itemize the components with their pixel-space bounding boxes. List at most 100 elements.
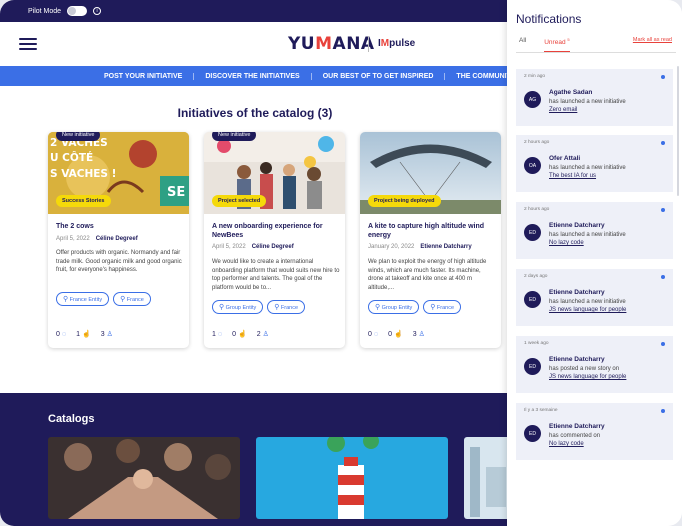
comment-count[interactable]: 1 ◌ [212,330,222,338]
thumbs-up-icon: ☝ [393,331,403,338]
catalogs-title: Catalogs [48,413,95,425]
card-stats: 0 ◌ 0 ☝ 3 ♙ [368,330,425,339]
avatar: ED [524,358,541,375]
user-icon: ♙ [106,331,113,338]
tag-pill[interactable]: ⚲ Group Entity [212,300,264,314]
tag-label: Group Entity [381,305,413,311]
tag-pill[interactable]: ⚲ France [423,300,462,314]
image-text: U CÔTÉ [50,151,93,164]
avatar: OA [524,157,541,174]
yumana-logo[interactable]: YUMANA [288,34,375,54]
user-icon: ♙ [418,331,425,338]
notification-time: 2 days ago [524,274,548,279]
count-value: 1 [212,330,216,338]
card-tags: ⚲ Group Entity ⚲ France [368,300,462,314]
notification-item[interactable]: Il y a 3 semaine ED Etienne Datcharry ha… [516,403,673,460]
card-date: April 5, 2022 [56,236,90,242]
like-count[interactable]: 0 ☝ [388,330,403,339]
initiative-card[interactable]: SE 2 VACHES U CÔTÉ S VACHES ! New initia… [48,132,189,348]
comment-count[interactable]: 0 ◌ [368,330,378,338]
like-count[interactable]: 1 ☝ [76,330,91,339]
main-nav: POST YOUR INITIATIVE DISCOVER THE INITIA… [0,66,516,86]
notification-link[interactable]: No lazy code [549,240,584,246]
image-text: S VACHES ! [50,168,116,180]
thumbs-up-icon: ☝ [81,331,91,338]
notification-author: Etienne Datcharry [549,356,605,363]
notification-author: Ofer Attali [549,155,581,162]
menu-icon[interactable] [19,38,37,50]
nav-discover-initiatives[interactable]: DISCOVER THE INITIATIVES [193,72,310,80]
card-title[interactable]: A kite to capture high altitude wind ene… [368,222,494,240]
location-icon: ⚲ [120,296,126,303]
member-count[interactable]: 3 ♙ [100,330,113,339]
tag-pill[interactable]: ⚲ France [267,300,306,314]
card-description: We would like to create a international … [212,259,340,291]
tag-label: France [126,297,144,303]
status-badge: Success Stories [56,195,111,207]
member-count[interactable]: 3 ♙ [413,330,425,339]
unread-count: 5 [567,37,570,42]
notification-time: 2 min ago [524,74,546,79]
tab-all[interactable]: All [519,37,526,52]
like-count[interactable]: 0 ☝ [232,330,247,339]
catalog-image[interactable] [48,437,240,519]
notification-item[interactable]: 2 min ago AG Agathe Sadan has launched a… [516,69,673,126]
card-title[interactable]: The 2 cows [56,222,182,231]
tag-pill[interactable]: ⚲ France Entity [56,292,110,306]
tag-label: France Entity [69,297,103,303]
catalog-image[interactable] [256,437,448,519]
initiative-card[interactable]: New initiative Project selected A new on… [204,132,345,348]
notification-time: 2 hours ago [524,207,550,212]
unread-dot [661,409,665,413]
notification-link[interactable]: The best IA for us [549,173,596,179]
nav-post-initiative[interactable]: POST YOUR INITIATIVE [93,73,193,80]
notification-link[interactable]: JS news language for people [549,374,626,380]
card-meta: January 20, 2022 Etienne Datcharry [368,244,472,250]
notification-author: Etienne Datcharry [549,423,605,430]
notification-item[interactable]: 2 hours ago OA Ofer Attali has launched … [516,135,673,192]
notification-time: 2 hours ago [524,140,550,145]
info-icon[interactable]: i [93,7,102,15]
comment-count[interactable]: 0 ◌ [56,330,66,338]
initiative-card[interactable]: Project being deployed A kite to capture… [360,132,501,348]
notification-action: has launched a new initiative [549,299,626,305]
logo-part: YU [288,34,316,54]
impulse-logo[interactable]: IMpulse [378,38,415,49]
nav-best-of[interactable]: OUR BEST OF TO GET INSPIRED [310,72,445,80]
avatar: ED [524,291,541,308]
notification-link[interactable]: JS news language for people [549,307,626,313]
card-date: January 20, 2022 [368,244,415,250]
unread-dot [661,75,665,79]
count-value: 3 [100,330,105,338]
pilot-mode-toggle[interactable] [67,6,88,16]
initiatives-title: Initiatives of the catalog (3) [177,106,333,120]
card-meta: April 5, 2022 Céline Degreef [56,236,138,242]
notification-link[interactable]: No lazy code [549,441,584,447]
divider [516,52,676,53]
mark-all-read-link[interactable]: Mark all as read [633,37,672,43]
card-author[interactable]: Céline Degreef [96,236,138,242]
count-value: 1 [76,330,80,338]
notification-action: has commented on [549,433,601,439]
card-author[interactable]: Céline Degreef [252,244,294,250]
notification-link[interactable]: Zero email [549,107,577,113]
notification-item[interactable]: 2 days ago ED Etienne Datcharry has laun… [516,269,673,326]
new-initiative-tag: New initiative [56,132,101,141]
catalog-image[interactable] [464,437,510,519]
tag-pill[interactable]: ⚲ France [113,292,151,306]
thumbs-up-icon: ☝ [237,331,247,338]
notifications-title: Notifications [516,12,582,26]
notification-action: has launched a new initiative [549,99,626,105]
logo-divider [368,36,369,52]
count-value: 0 [232,330,236,338]
notification-item[interactable]: 1 week ago ED Etienne Datcharry has post… [516,336,673,393]
notification-item[interactable]: 2 hours ago ED Etienne Datcharry has lau… [516,202,673,259]
scrollbar[interactable] [677,66,679,196]
tag-pill[interactable]: ⚲ Group Entity [368,300,420,314]
card-description: We plan to exploit the energy of high al… [368,259,487,291]
tab-unread[interactable]: Unread 5 [544,37,570,53]
member-count[interactable]: 2 ♙ [257,330,269,339]
card-author[interactable]: Etienne Datcharry [420,244,471,250]
card-title[interactable]: A new onboarding experience for NewBees [212,222,338,240]
avatar: ED [524,425,541,442]
